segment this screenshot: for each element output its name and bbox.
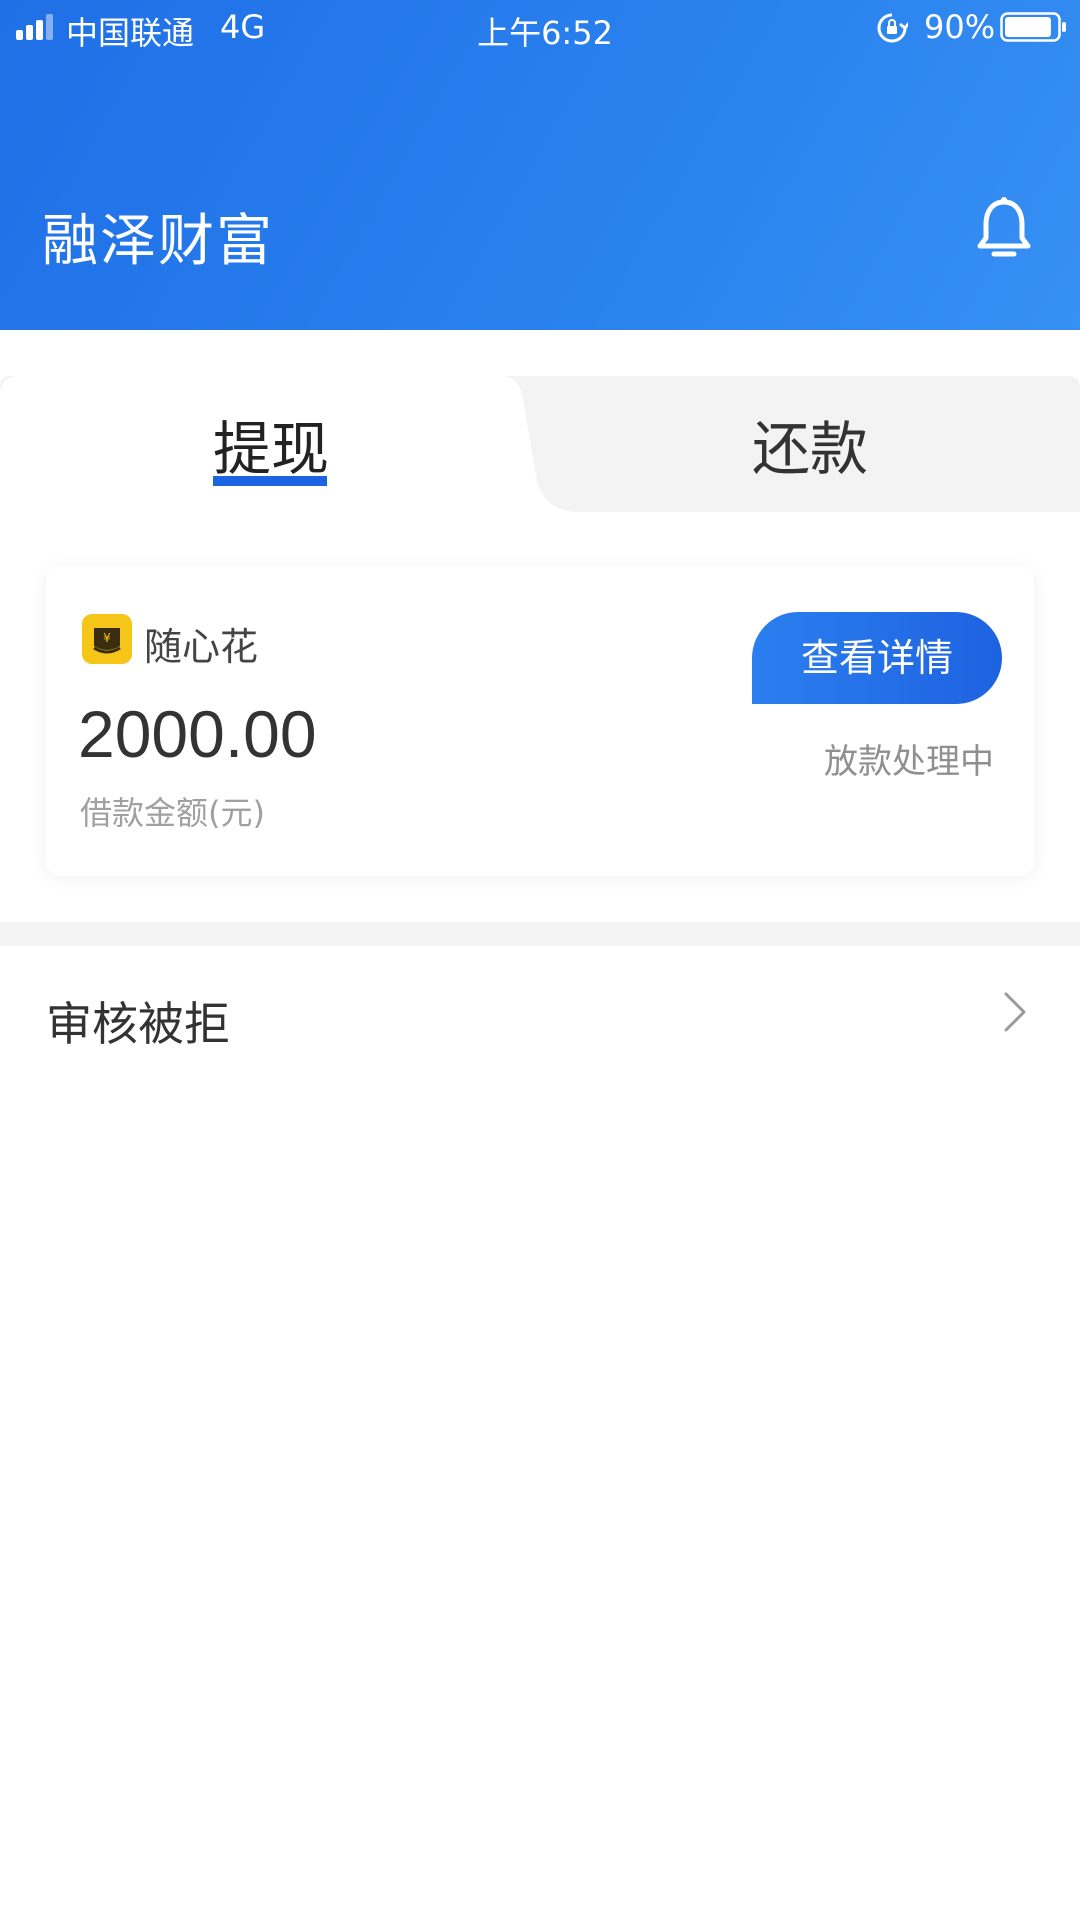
loan-status: 放款处理中 xyxy=(824,742,994,782)
app-title: 融泽财富 xyxy=(42,209,274,274)
rejected-review-label: 审核被拒 xyxy=(46,997,230,1051)
tab-withdraw[interactable]: 提现 xyxy=(213,402,329,486)
status-time: 上午6:52 xyxy=(477,14,613,52)
loan-amount: 2000.00 xyxy=(78,697,317,771)
active-tab-indicator xyxy=(213,476,327,486)
tab-repay[interactable]: 还款 xyxy=(752,402,868,486)
battery-percentage: 90% xyxy=(924,8,996,46)
product-name: 随心花 xyxy=(144,625,259,669)
status-bar: 中国联通 4G 上午6:52 90% xyxy=(0,0,1080,56)
wallet-icon: ¥ xyxy=(82,614,132,664)
battery-icon xyxy=(1000,12,1066,42)
app-screen: 中国联通 4G 上午6:52 90% 融泽财富 提现 还款 ¥ 随心花 2000… xyxy=(0,0,1080,1920)
chevron-right-icon xyxy=(1004,992,1026,1032)
tab-background xyxy=(0,376,1080,536)
app-header: 中国联通 4G 上午6:52 90% 融泽财富 xyxy=(0,0,1080,330)
rotation-lock-icon xyxy=(877,13,908,43)
loan-amount-label: 借款金额(元) xyxy=(80,794,265,832)
view-details-button[interactable]: 查看详情 xyxy=(752,612,1002,704)
tab-bar: 提现 还款 xyxy=(0,376,1080,536)
loan-card: ¥ 随心花 2000.00 借款金额(元) 查看详情 放款处理中 xyxy=(46,566,1034,876)
rejected-review-row[interactable]: 审核被拒 xyxy=(0,946,1080,1086)
bell-icon[interactable] xyxy=(974,196,1034,260)
svg-text:¥: ¥ xyxy=(103,631,111,645)
section-divider xyxy=(0,922,1080,946)
